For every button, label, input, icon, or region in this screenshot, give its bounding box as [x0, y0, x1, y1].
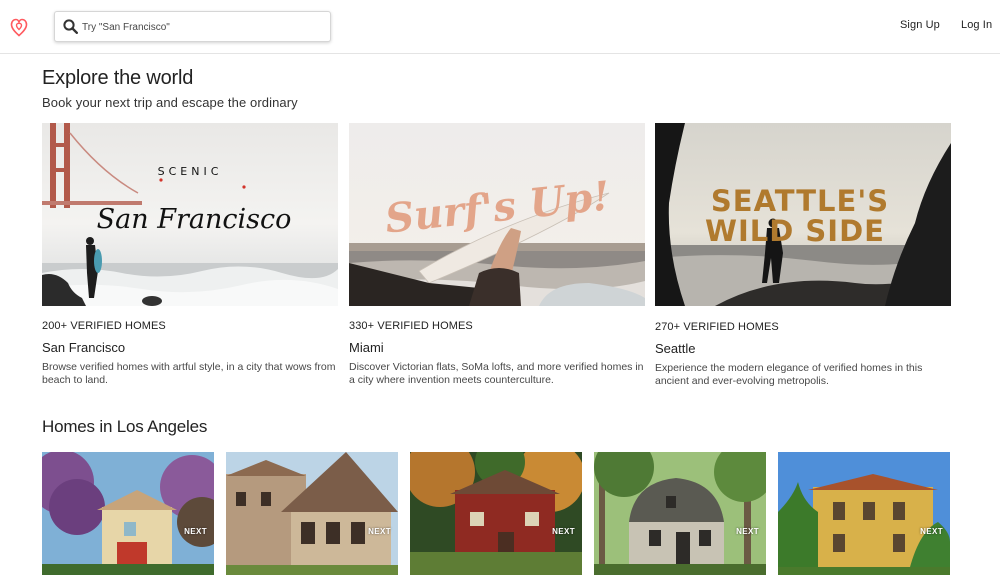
search-box[interactable]	[54, 11, 331, 42]
destination-card-seattle[interactable]: SEATTLE'S WILD SIDE 270+ VERIFIED HOMES …	[655, 123, 951, 393]
home-photo[interactable]	[42, 452, 214, 575]
sf-image-title-text: San Francisco	[97, 204, 292, 235]
search-input[interactable]	[82, 18, 322, 36]
next-button[interactable]: NEXT	[920, 527, 943, 536]
home-card[interactable]: NEXT	[42, 452, 214, 575]
san-francisco-image[interactable]: SCENIC San Francisco	[42, 123, 338, 306]
home-card[interactable]: NEXT	[594, 452, 766, 575]
home-photo[interactable]	[778, 452, 950, 575]
destination-card-miami[interactable]: Surf's Up! 330+ VERIFIED HOMES Miami Dis…	[349, 123, 645, 393]
card-description: Browse verified homes with artful style,…	[42, 361, 336, 386]
home-card[interactable]: NEXT	[226, 452, 398, 575]
log-in-link[interactable]: Log In	[961, 19, 992, 31]
seattle-image-title-text: SEATTLE'S	[711, 184, 889, 218]
sf-image-scenic-text: SCENIC	[158, 165, 223, 178]
next-button[interactable]: NEXT	[184, 527, 207, 536]
seattle-image-subtitle-text: WILD SIDE	[705, 214, 885, 248]
home-card[interactable]: NEXT	[410, 452, 582, 575]
card-count: 330+ VERIFIED HOMES	[349, 320, 473, 332]
top-header: Sign Up Log In	[0, 0, 1000, 54]
card-count: 200+ VERIFIED HOMES	[42, 320, 166, 332]
next-button[interactable]: NEXT	[736, 527, 759, 536]
explore-subtitle: Book your next trip and escape the ordin…	[42, 95, 298, 110]
home-card[interactable]: NEXT	[778, 452, 950, 575]
homes-section-title: Homes in Los Angeles	[42, 417, 208, 436]
card-count: 270+ VERIFIED HOMES	[655, 321, 779, 333]
seattle-image[interactable]: SEATTLE'S WILD SIDE	[655, 123, 951, 306]
home-photo[interactable]	[594, 452, 766, 575]
home-photo[interactable]	[226, 452, 398, 575]
card-city[interactable]: Miami	[349, 340, 384, 355]
card-city[interactable]: Seattle	[655, 341, 695, 356]
destination-card-san-francisco[interactable]: SCENIC San Francisco 200+ VERIFIED HOMES…	[42, 123, 338, 393]
sign-up-link[interactable]: Sign Up	[900, 19, 940, 31]
next-button[interactable]: NEXT	[552, 527, 575, 536]
home-photo[interactable]	[410, 452, 582, 575]
explore-title: Explore the world	[42, 67, 194, 89]
card-description: Experience the modern elegance of verifi…	[655, 362, 923, 387]
card-description: Discover Victorian flats, SoMa lofts, an…	[349, 361, 644, 386]
search-icon	[63, 19, 78, 34]
miami-image[interactable]: Surf's Up!	[349, 123, 645, 306]
card-city[interactable]: San Francisco	[42, 340, 125, 355]
next-button[interactable]: NEXT	[368, 527, 391, 536]
airbnb-logo-icon[interactable]	[9, 15, 29, 37]
